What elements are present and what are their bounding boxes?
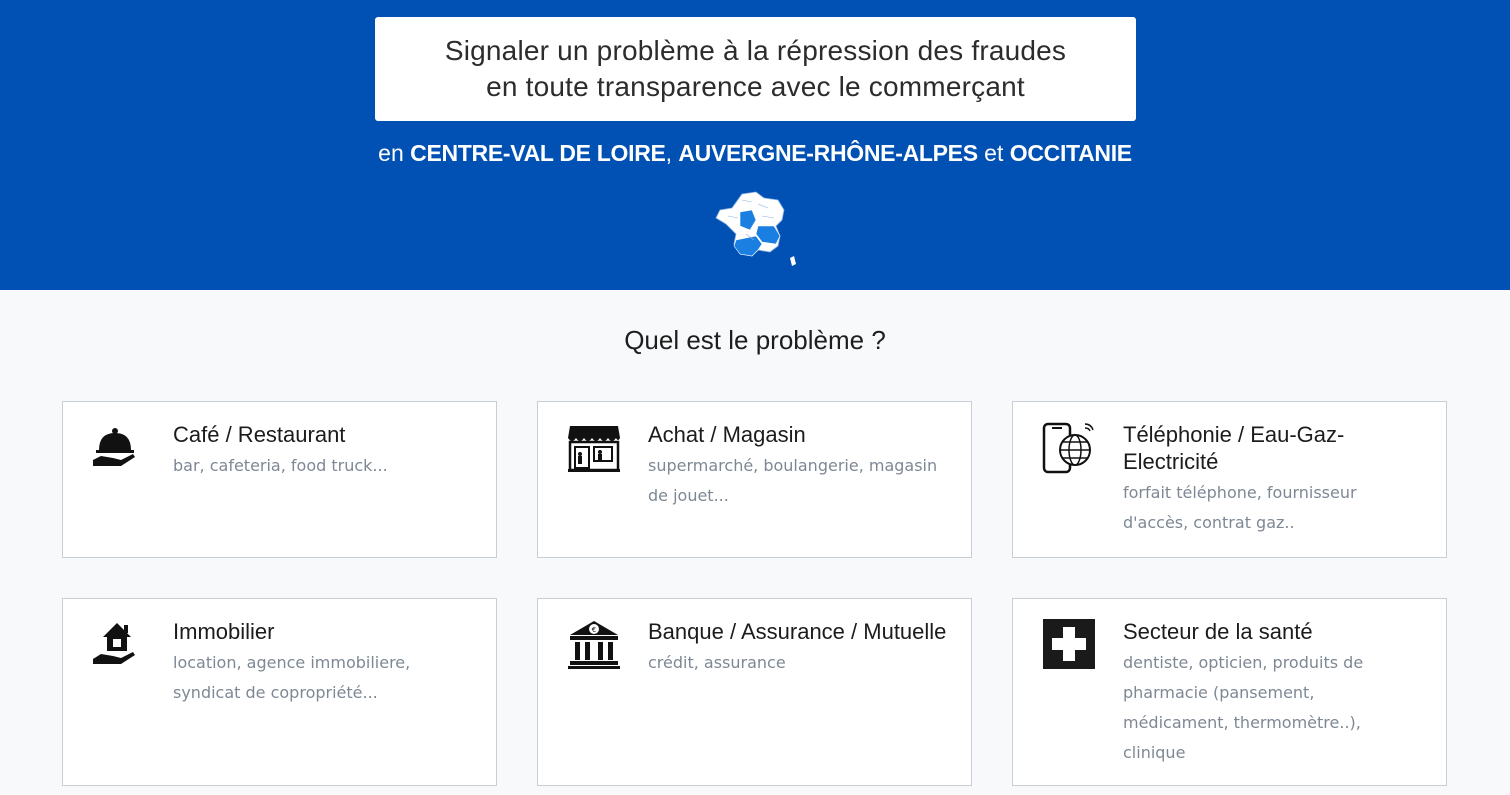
phone-globe-icon — [1042, 422, 1094, 474]
category-card-achat-magasin[interactable]: Achat / Magasin supermarché, boulangerie… — [537, 401, 972, 558]
card-description: crédit, assurance — [648, 653, 786, 672]
france-map-icon — [715, 191, 796, 266]
card-title: Café / Restaurant — [173, 422, 346, 447]
region-auvergne-rhone-alpes: AUVERGNE-RHÔNE-ALPES — [678, 140, 978, 166]
card-title: Secteur de la santé — [1123, 619, 1313, 644]
card-description: dentiste, opticien, produits de pharmaci… — [1123, 653, 1364, 762]
card-description: bar, cafeteria, food truck... — [173, 456, 388, 475]
regions-joiner: et — [984, 140, 1004, 166]
hero-banner: Signaler un problème à la répression des… — [0, 0, 1510, 290]
card-title: Immobilier — [173, 619, 275, 644]
category-card-immobilier[interactable]: Immobilier location, agence immobiliere,… — [62, 598, 497, 786]
store-icon — [568, 426, 620, 472]
category-card-banque-assurance[interactable]: € Banque / Assurance / Mutuelle crédit, … — [537, 598, 972, 786]
bank-icon: € — [568, 621, 620, 669]
question-heading: Quel est le problème ? — [624, 325, 886, 355]
card-description: supermarché, boulangerie, magasin de jou… — [648, 456, 938, 505]
category-card-sante[interactable]: Secteur de la santé dentiste, opticien, … — [1012, 598, 1447, 786]
regions-separator: , — [665, 140, 672, 166]
house-hand-icon — [93, 623, 135, 664]
hero-title-box: Signaler un problème à la répression des… — [375, 17, 1136, 121]
category-card-telephonie[interactable]: Téléphonie / Eau-Gaz-Electricité forfait… — [1012, 401, 1447, 558]
hero-title-line1: Signaler un problème à la répression des… — [444, 35, 1067, 66]
category-card-cafe-restaurant[interactable]: Café / Restaurant bar, cafeteria, food t… — [62, 401, 497, 558]
hero-title-line2: en toute transparence avec le commerçant — [486, 71, 1025, 102]
card-title: Téléphonie / Eau-Gaz-Electricité — [1123, 422, 1345, 474]
medical-cross-icon — [1043, 619, 1095, 669]
regions-prefix: en — [378, 140, 404, 166]
region-occitanie: OCCITANIE — [1009, 140, 1132, 166]
card-title: Banque / Assurance / Mutuelle — [648, 619, 947, 644]
svg-text:€: € — [592, 626, 596, 634]
regions-line: en CENTRE-VAL DE LOIRE, AUVERGNE-RHÔNE-A… — [0, 138, 1510, 168]
card-description: forfait téléphone, fournisseur d'accès, … — [1123, 483, 1357, 532]
region-centre-val-de-loire: CENTRE-VAL DE LOIRE — [410, 140, 666, 166]
card-title: Achat / Magasin — [648, 422, 806, 447]
card-description: location, agence immobiliere, syndicat d… — [173, 653, 411, 702]
cloche-icon — [93, 428, 135, 466]
